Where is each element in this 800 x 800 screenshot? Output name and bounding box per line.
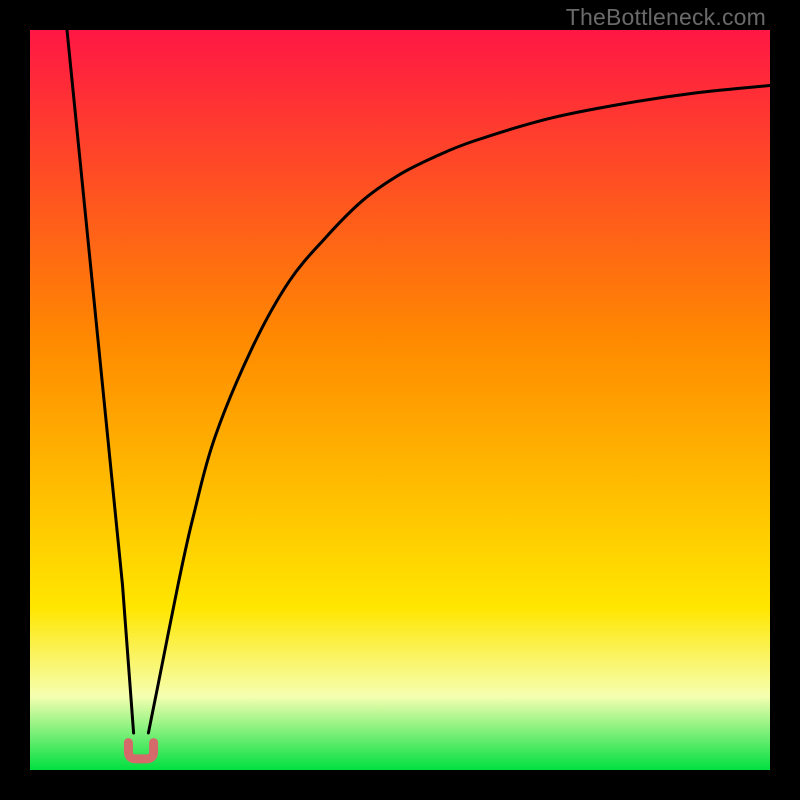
chart-frame: TheBottleneck.com xyxy=(0,0,800,800)
plot-area xyxy=(30,30,770,770)
watermark-text: TheBottleneck.com xyxy=(566,4,766,31)
chart-svg xyxy=(30,30,770,770)
gradient-background xyxy=(30,30,770,770)
